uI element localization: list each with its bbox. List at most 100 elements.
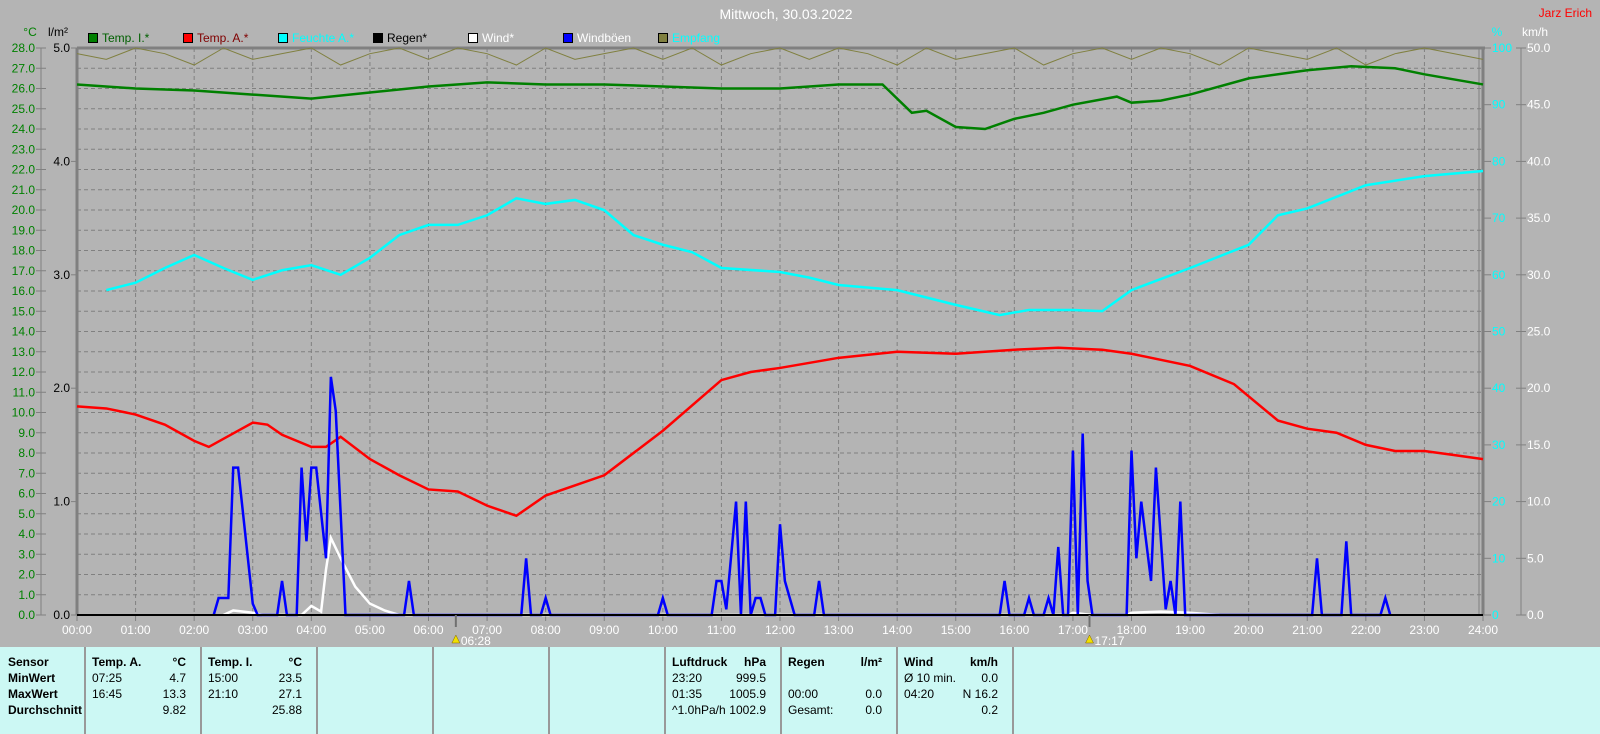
temp-tick-label: 13.0 [12, 345, 36, 359]
table-column: Wind km/h Ø 10 min. 0.0 04:20 N 16.2 0.2 [898, 647, 1014, 734]
column-header: Temp. A. [92, 655, 142, 669]
temp-tick-label: 21.0 [12, 183, 36, 197]
legend-swatch-icon [88, 33, 98, 43]
temp-tick-label: 6.0 [18, 487, 35, 501]
sunset-time: 17:17 [1095, 634, 1125, 647]
humidity-axis-unit: % [1492, 25, 1503, 39]
temp-tick-label: 28.0 [12, 41, 36, 55]
table-column: Sensor MinWert MaxWert Durchschnitt [0, 647, 86, 734]
cell-value: 0.2 [981, 703, 998, 717]
cell-value: 1005.9 [729, 687, 766, 701]
humidity-tick-label: 10 [1492, 551, 1506, 565]
wind-tick-label: 15.0 [1527, 438, 1551, 452]
temp-tick-label: 14.0 [12, 325, 36, 339]
temp-axis-unit: °C [23, 25, 37, 39]
rain-tick-label: 3.0 [53, 268, 70, 282]
temp-tick-label: 11.0 [13, 385, 36, 399]
humidity-tick-label: 40 [1492, 381, 1506, 395]
temp-tick-label: 2.0 [18, 568, 35, 582]
cell-time: 16:45 [92, 687, 123, 701]
legend-item: Wind* [468, 31, 514, 45]
x-tick-label: 17:00 [1058, 623, 1088, 637]
legend-item: Feuchte A.* [278, 31, 354, 45]
legend-label: Wind* [482, 31, 515, 45]
wind-tick-label: 50.0 [1527, 41, 1551, 55]
temp-tick-label: 18.0 [12, 244, 36, 258]
legend-label: Empfang [672, 31, 721, 45]
cell-time: Gesamt: [788, 703, 834, 717]
legend-label: Temp. A.* [197, 31, 249, 45]
sunrise-icon [451, 634, 461, 644]
humidity-tick-label: 60 [1492, 268, 1506, 282]
legend-swatch-icon [183, 33, 193, 43]
x-tick-label: 24:00 [1468, 623, 1498, 637]
column-header: Luftdruck [672, 655, 728, 669]
row-label: MinWert [8, 671, 56, 685]
rain-axis-unit: l/m² [48, 25, 68, 39]
legend-item: Windböen [563, 31, 631, 45]
humidity-tick-label: 100 [1492, 41, 1512, 55]
legend-item: Temp. I.* [88, 31, 149, 45]
cell-value: 0.0 [865, 703, 882, 717]
legend-item: Regen* [373, 31, 427, 45]
legend-label: Windböen [577, 31, 632, 45]
temp-tick-label: 3.0 [18, 547, 35, 561]
humidity-tick-label: 50 [1492, 325, 1506, 339]
temp-tick-label: 19.0 [12, 223, 36, 237]
legend-item: Temp. A.* [183, 31, 248, 45]
temp-tick-label: 26.0 [12, 82, 36, 96]
humidity-tick-label: 70 [1492, 211, 1506, 225]
wind-tick-label: 20.0 [1527, 381, 1551, 395]
legend-swatch-icon [373, 33, 383, 43]
column-unit: hPa [743, 655, 766, 669]
temp-tick-label: 22.0 [12, 163, 36, 177]
legend-item: Empfang [658, 31, 720, 45]
table-column [318, 647, 434, 734]
temp-tick-label: 5.0 [18, 507, 35, 521]
humidity-tick-label: 20 [1492, 495, 1506, 509]
cell-time: ^1.0hPa/h [672, 703, 726, 717]
cell-time: 01:35 [672, 687, 703, 701]
temp-tick-label: 20.0 [12, 203, 36, 217]
chart-title: Mittwoch, 30.03.2022 [719, 6, 853, 22]
temp-tick-label: 0.0 [18, 608, 35, 622]
table-column [434, 647, 550, 734]
legend-label: Temp. I.* [102, 31, 150, 45]
x-tick-label: 00:00 [62, 623, 92, 637]
x-tick-label: 22:00 [1351, 623, 1381, 637]
wind-tick-label: 0.0 [1527, 608, 1544, 622]
wind-tick-label: 35.0 [1527, 211, 1551, 225]
column-header: Temp. I. [208, 655, 253, 669]
cell-value: 0.0 [981, 671, 998, 685]
humidity-tick-label: 0 [1492, 608, 1499, 622]
column-header: Wind [904, 655, 934, 669]
legend-label: Feuchte A.* [292, 31, 355, 45]
cell-time: 21:10 [208, 687, 239, 701]
x-tick-label: 23:00 [1409, 623, 1439, 637]
temp-tick-label: 25.0 [12, 102, 36, 116]
x-tick-label: 06:00 [413, 623, 443, 637]
cell-time: 00:00 [788, 687, 819, 701]
rain-tick-label: 5.0 [53, 41, 70, 55]
table-column: Temp. I. °C 15:00 23.5 21:10 27.1 25.88 [202, 647, 318, 734]
temp-tick-label: 27.0 [12, 61, 36, 75]
x-tick-label: 05:00 [355, 623, 385, 637]
column-unit: km/h [969, 655, 998, 669]
temp-tick-label: 23.0 [12, 142, 36, 156]
temp-tick-label: 17.0 [12, 264, 36, 278]
temp-tick-label: 4.0 [18, 527, 35, 541]
x-tick-label: 16:00 [999, 623, 1029, 637]
cell-value: 13.3 [162, 687, 186, 701]
cell-value: 1002.9 [729, 703, 766, 717]
x-tick-label: 11:00 [707, 623, 736, 637]
column-unit: °C [288, 655, 302, 669]
temp-tick-label: 10.0 [12, 406, 36, 420]
x-tick-label: 09:00 [589, 623, 619, 637]
x-tick-label: 15:00 [941, 623, 971, 637]
cell-time: 04:20 [904, 687, 935, 701]
temp-tick-label: 24.0 [12, 122, 36, 136]
column-unit: °C [172, 655, 186, 669]
wind-tick-label: 40.0 [1527, 154, 1551, 168]
cell-value: 23.5 [278, 671, 302, 685]
cell-time: 15:00 [208, 671, 239, 685]
